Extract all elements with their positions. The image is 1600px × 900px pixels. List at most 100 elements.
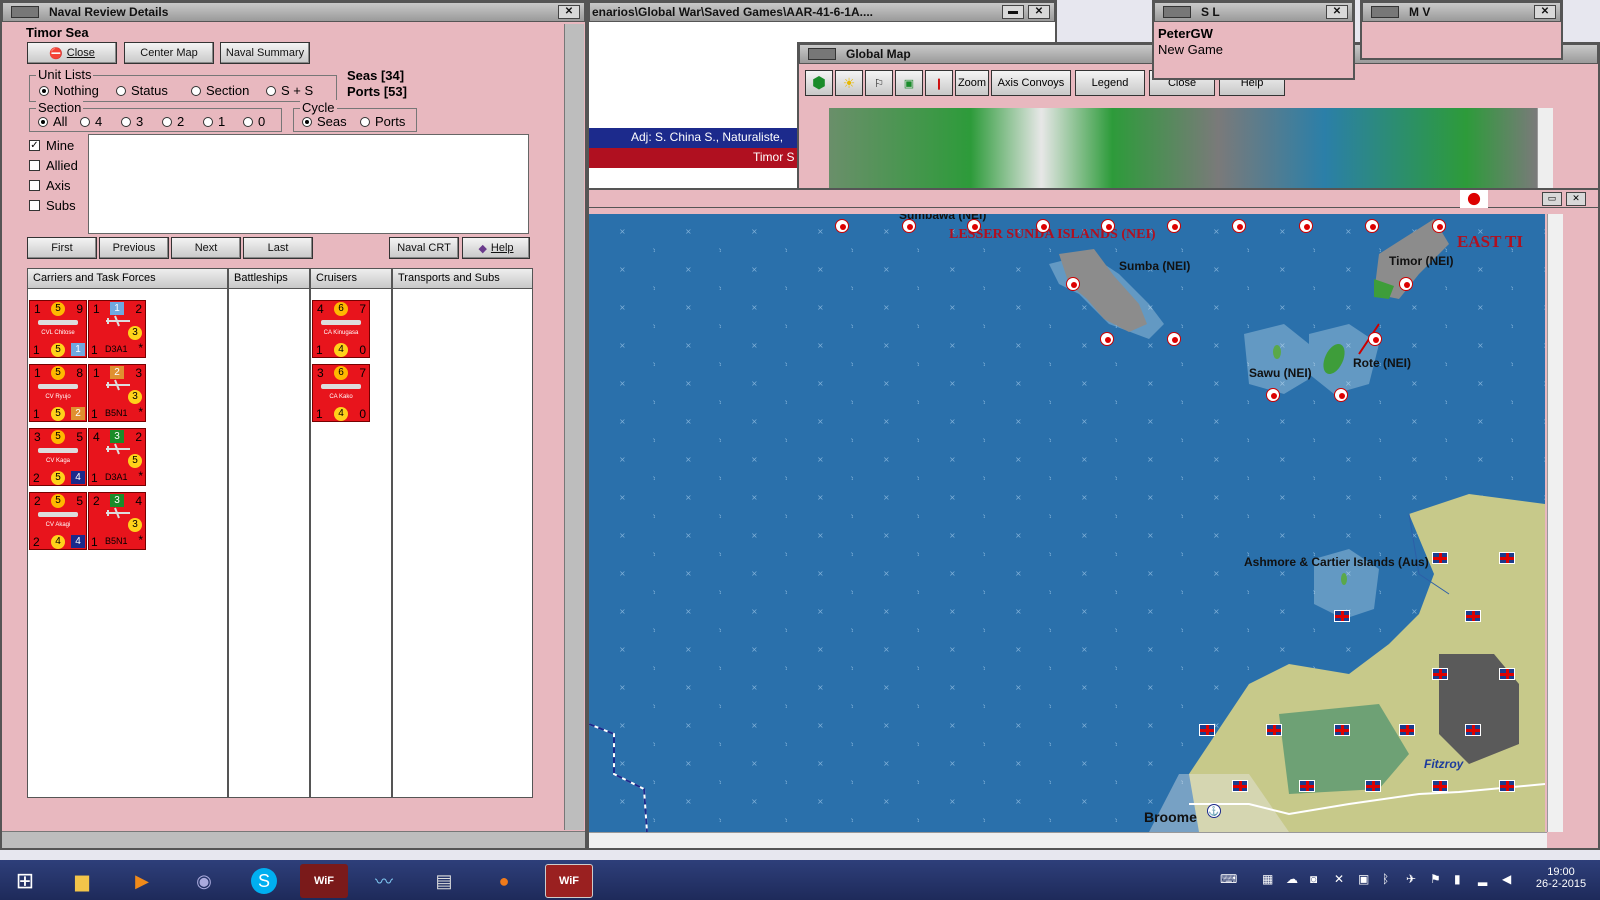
firefox-icon[interactable]: ● (480, 864, 528, 898)
minimize-window-icon[interactable]: ▬ (1002, 5, 1024, 19)
next-button[interactable]: Next (171, 237, 241, 259)
unit-list-s-plus-s[interactable]: S + S (266, 83, 313, 98)
main-map-vscroll[interactable] (1547, 214, 1563, 832)
world-minimap[interactable] (829, 108, 1537, 190)
section-1[interactable]: 1 (203, 114, 225, 129)
cycle-ports[interactable]: Ports (360, 114, 405, 129)
mv-titlebar[interactable]: M V ✕ (1362, 2, 1561, 22)
world-at-war-icon[interactable]: WiF (300, 864, 348, 898)
section-4[interactable]: 4 (80, 114, 102, 129)
volume-icon[interactable]: ◀ (1502, 872, 1518, 888)
section-3[interactable]: 3 (121, 114, 143, 129)
restore-window-icon[interactable]: ▭ (1542, 192, 1562, 206)
ship-counter[interactable]: 4 7 6 CA Kinugasa 1 4 0 (312, 300, 370, 358)
cycle-seas[interactable]: Seas (302, 114, 347, 129)
battery-icon[interactable]: ▮ (1454, 872, 1470, 888)
section-2[interactable]: 2 (162, 114, 184, 129)
timor-label: Timor (NEI) (1389, 254, 1454, 268)
minimap-scrollbar[interactable] (1537, 108, 1553, 190)
section-all[interactable]: All (38, 114, 67, 129)
naval-review-titlebar[interactable]: Naval Review Details ✕ (2, 2, 585, 22)
air-unit-counter[interactable]: 1 2 1 3 1 * D3A1 (88, 300, 146, 358)
sea-area[interactable]: × × (589, 214, 1545, 832)
mute-icon[interactable]: ✕ (1334, 872, 1350, 888)
zoom-button[interactable]: Zoom (955, 70, 989, 96)
browser-globe-icon[interactable]: ◉ (180, 864, 228, 898)
ship-counter[interactable]: 1 9 5 CVL Chitose 1 5 1 (29, 300, 87, 358)
action-center-flag-icon[interactable]: ⚑ (1430, 872, 1446, 888)
legend-button[interactable]: Legend (1075, 70, 1145, 96)
unit-list-section[interactable]: Section (191, 83, 249, 98)
bluetooth-icon[interactable]: ᛒ (1382, 872, 1398, 888)
ship-counter[interactable]: 3 5 5 CV Kaga 2 5 4 (29, 428, 87, 486)
bird-app-icon[interactable]: 〰 (360, 864, 408, 898)
document-icon[interactable]: ▤ (420, 864, 468, 898)
main-map-titlebar[interactable]: ▭ ✕ (589, 190, 1598, 208)
filter-mine-checkbox[interactable]: ✓ Mine (29, 138, 74, 153)
tray-app-icon[interactable]: ▦ (1262, 872, 1278, 888)
counter-value-bc: 5 (51, 407, 65, 421)
previous-button[interactable]: Previous (99, 237, 169, 259)
game-file-titlebar[interactable]: enarios\Global War\Saved Games\AAR-41-6-… (589, 2, 1055, 22)
air-unit-counter[interactable]: 1 3 2 3 1 * B5N1 (88, 364, 146, 422)
filter-subs-checkbox[interactable]: Subs (29, 198, 76, 213)
file-explorer-icon[interactable]: ▆ (58, 864, 106, 898)
counter-name: B5N1 (105, 536, 128, 546)
network-signal-icon[interactable]: ▂ (1478, 872, 1494, 888)
window-grip-icon[interactable] (808, 48, 836, 60)
keyboard-icon[interactable]: ⌨ (1220, 872, 1248, 888)
close-window-icon[interactable]: ✕ (1534, 5, 1556, 19)
window-grip-icon[interactable] (1163, 6, 1191, 18)
counter-value-tl: 2 (34, 494, 41, 508)
axis-convoys-button[interactable]: Axis Convoys (991, 70, 1071, 96)
section-0[interactable]: 0 (243, 114, 265, 129)
player-info-titlebar[interactable]: S L ✕ (1154, 2, 1353, 22)
start-windows-icon[interactable]: ⊞ (0, 864, 50, 898)
flag-tool-button[interactable]: ⚐ (865, 70, 893, 96)
window-grip-icon[interactable] (1371, 6, 1399, 18)
tray-game-icon[interactable]: ▣ (1358, 872, 1374, 888)
battleships-column: Battleships (228, 268, 310, 798)
global-map-title: Global Map (846, 47, 911, 61)
world-at-war-active-icon[interactable]: WiF (545, 864, 593, 898)
naval-summary-button[interactable]: Naval Summary (220, 42, 310, 64)
unit-list-box[interactable] (88, 134, 529, 234)
close-window-icon[interactable]: ✕ (558, 5, 580, 19)
media-player-icon[interactable]: ▶ (118, 864, 166, 898)
thermometer-tool-button[interactable]: ❙ (925, 70, 953, 96)
vertical-scrollbar[interactable] (564, 24, 584, 830)
japan-control-flag-icon (835, 219, 849, 233)
air-unit-counter[interactable]: 2 4 3 3 1 * B5N1 (88, 492, 146, 550)
tray-bird-icon[interactable]: ✈ (1406, 872, 1422, 888)
filter-allied-checkbox[interactable]: Allied (29, 158, 78, 173)
center-map-button[interactable]: Center Map (124, 42, 214, 64)
close-button[interactable]: ⛔ Close (27, 42, 117, 64)
hex-tool-button[interactable]: ⬢ (805, 70, 833, 96)
fitzroy-label: Fitzroy (1424, 757, 1464, 771)
broome-port-icon[interactable]: ⚓ (1207, 804, 1221, 818)
main-map-hscroll[interactable] (589, 832, 1547, 848)
ship-counter[interactable]: 2 5 5 CV Akagi 2 4 4 (29, 492, 87, 550)
sun-tool-button[interactable]: ☀ (835, 70, 863, 96)
first-button[interactable]: First (27, 237, 97, 259)
air-unit-counter[interactable]: 4 2 3 5 1 * D3A1 (88, 428, 146, 486)
close-window-icon[interactable]: ✕ (1028, 5, 1050, 19)
map-tool-button[interactable]: ▣ (895, 70, 923, 96)
clock[interactable]: 19:00 26-2-2015 (1528, 866, 1594, 890)
naval-crt-button[interactable]: Naval CRT (389, 237, 459, 259)
filter-axis-checkbox[interactable]: Axis (29, 178, 71, 193)
horizontal-scrollbar[interactable] (2, 831, 585, 848)
ship-counter[interactable]: 1 8 5 CV Ryujo 1 5 2 (29, 364, 87, 422)
last-button[interactable]: Last (243, 237, 313, 259)
unit-list-status[interactable]: Status (116, 83, 168, 98)
window-title: Naval Review Details (49, 5, 169, 19)
help-button[interactable]: ◆ Help (462, 237, 530, 259)
tray-camera-icon[interactable]: ◙ (1310, 872, 1326, 888)
close-window-icon[interactable]: ✕ (1326, 5, 1348, 19)
ship-counter[interactable]: 3 7 6 CA Kako 1 4 0 (312, 364, 370, 422)
window-grip-icon[interactable] (11, 6, 39, 18)
close-window-icon[interactable]: ✕ (1566, 192, 1586, 206)
cloud-icon[interactable]: ☁ (1286, 872, 1302, 888)
skype-icon[interactable]: S (240, 864, 288, 898)
unit-list-nothing[interactable]: Nothing (39, 83, 99, 98)
